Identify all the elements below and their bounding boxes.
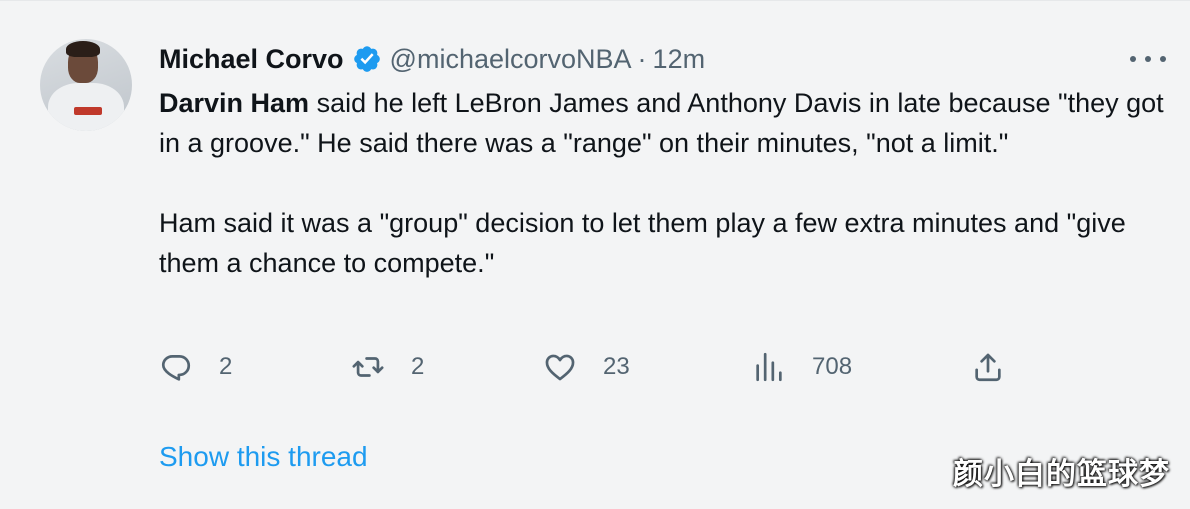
like-button[interactable]: 23 (543, 347, 630, 387)
show-thread-link[interactable]: Show this thread (159, 441, 368, 473)
share-icon (975, 353, 1001, 382)
retweet-button[interactable]: 2 (351, 347, 424, 387)
author-handle[interactable]: @michaelcorvoNBA (390, 44, 632, 75)
tweet-paragraph-2: Ham said it was a "group" decision to le… (159, 208, 1126, 278)
mention-bold: Darvin Ham (159, 88, 310, 118)
like-count: 23 (603, 353, 630, 380)
retweet-count: 2 (411, 353, 425, 380)
watermark: 颜小白的篮球梦 (953, 458, 1170, 491)
tweet-text: Darvin Ham said he left LeBron James and… (159, 83, 1169, 283)
action-bar: 2 2 23 708 (159, 347, 1019, 387)
heart-icon (545, 354, 575, 381)
more-dot (1130, 56, 1136, 62)
paragraph-1-text: said he left LeBron James and Anthony Da… (159, 88, 1164, 158)
more-dot (1160, 56, 1166, 62)
verified-badge-icon (353, 46, 380, 72)
avatar[interactable] (40, 39, 132, 131)
tweet-header: Michael Corvo @michaelcorvoNBA · 12m (159, 41, 705, 77)
reply-button[interactable]: 2 (159, 347, 232, 387)
author-name[interactable]: Michael Corvo (159, 44, 344, 75)
reply-icon (161, 355, 191, 381)
reply-count: 2 (219, 353, 233, 380)
header-separator: · (637, 43, 647, 74)
more-icon[interactable] (1130, 45, 1166, 73)
avatar-hair (66, 41, 100, 57)
views-icon (756, 352, 782, 382)
tweet-card[interactable]: Michael Corvo @michaelcorvoNBA · 12m Dar… (0, 0, 1190, 509)
views-count: 708 (812, 353, 853, 380)
more-dot (1145, 56, 1151, 62)
views-button[interactable]: 708 (752, 347, 852, 387)
retweet-icon (352, 357, 384, 377)
share-button[interactable] (971, 347, 1031, 387)
tweet-timestamp[interactable]: 12m (653, 44, 706, 75)
tweet-paragraph-1: Darvin Ham said he left LeBron James and… (159, 83, 1169, 163)
avatar-shirt-logo (74, 107, 102, 115)
